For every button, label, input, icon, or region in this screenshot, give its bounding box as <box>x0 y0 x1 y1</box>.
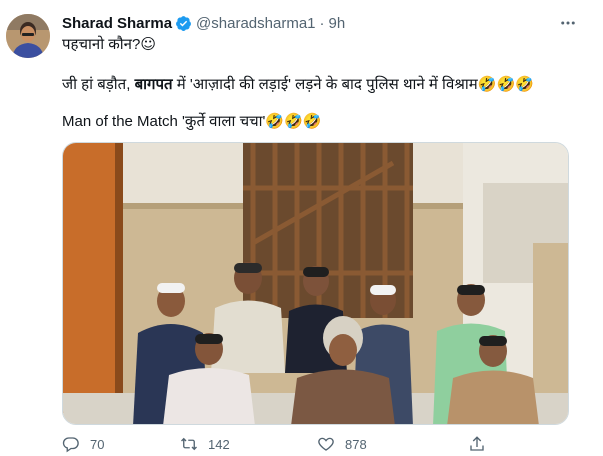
tweet-text: जी हां बड़ौत, <box>62 76 135 93</box>
tweet-timestamp[interactable]: 9h <box>329 15 346 32</box>
tweet-text: में 'आज़ादी की लड़ाई' लड़ने के बाद पुलिस… <box>172 76 478 93</box>
heart-icon <box>318 437 334 451</box>
reply-count: 70 <box>90 436 105 452</box>
separator-dot: · <box>319 14 325 32</box>
share-button[interactable] <box>468 433 496 455</box>
laughing-emoji: 🤣🤣🤣 <box>265 112 322 130</box>
laughing-emoji: 🤣🤣🤣 <box>477 75 534 93</box>
retweet-icon <box>181 437 197 451</box>
avatar[interactable] <box>6 14 50 58</box>
author-name[interactable]: Sharad Sharma <box>62 15 172 32</box>
like-button[interactable]: 878 <box>317 433 367 455</box>
like-count: 878 <box>345 436 367 452</box>
tweet-text-line-3: Man of the Match 'कुर्ते वाला चचा'🤣🤣🤣 <box>62 111 321 132</box>
retweet-count: 142 <box>208 436 230 452</box>
author-handle[interactable]: @sharadsharma1 <box>196 15 315 32</box>
verified-badge-icon <box>176 15 191 31</box>
reply-icon <box>62 437 79 453</box>
tweet-photo[interactable] <box>62 142 569 425</box>
retweet-button[interactable]: 142 <box>180 433 230 455</box>
reply-button[interactable]: 70 <box>62 433 104 455</box>
tweet-text-line-2: जी हां बड़ौत, बागपत में 'आज़ादी की लड़ाई… <box>62 74 534 95</box>
tweet-text-bold: बागपत <box>134 76 173 93</box>
smile-emoji: ☺ <box>140 35 156 53</box>
tweet-text-line-1: पहचानो कौन?☺ <box>62 34 156 55</box>
tweet-card[interactable]: Sharad Sharma @sharadsharma1 · 9h पहचानो… <box>0 0 603 456</box>
tweet-text: Man of the Match 'कुर्ते वाला चचा' <box>62 113 266 130</box>
share-icon <box>470 436 484 451</box>
more-options-icon[interactable] <box>557 13 579 33</box>
tweet-text: पहचानो कौन? <box>62 36 141 53</box>
tweet-header: Sharad Sharma @sharadsharma1 · 9h <box>62 13 345 33</box>
tweet-actions: 70 142 878 <box>62 433 562 455</box>
